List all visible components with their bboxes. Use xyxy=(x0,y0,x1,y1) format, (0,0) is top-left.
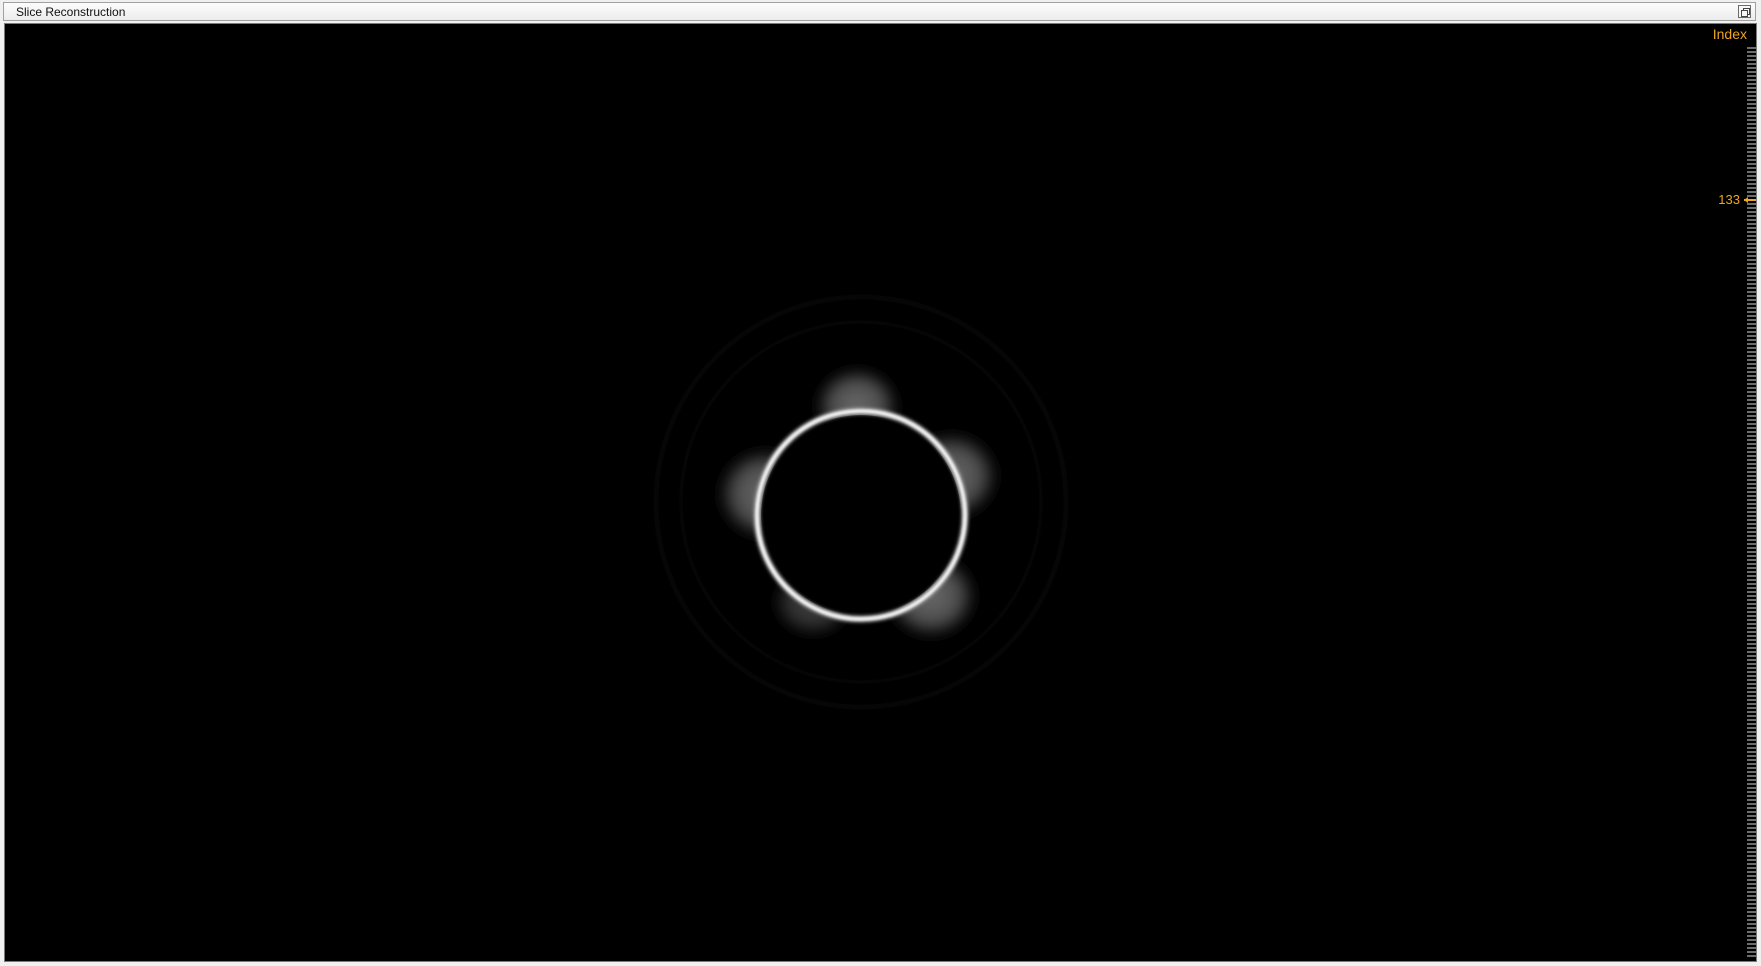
index-value: 133 xyxy=(1718,192,1740,207)
slice-viewport[interactable]: Index 133 xyxy=(4,23,1757,962)
restore-front-square xyxy=(1741,10,1748,17)
index-ruler[interactable] xyxy=(1744,24,1756,962)
window-titlebar[interactable]: Slice Reconstruction xyxy=(3,2,1756,21)
ct-slice-image xyxy=(642,285,1084,727)
restore-window-icon[interactable] xyxy=(1738,5,1751,18)
slice-reconstruction-window: Slice Reconstruction Index 133 xyxy=(0,0,1761,966)
index-marker-arrow xyxy=(1744,197,1748,203)
ring-interior xyxy=(761,415,961,615)
index-label: Index xyxy=(1712,26,1747,42)
window-title: Slice Reconstruction xyxy=(16,5,126,19)
